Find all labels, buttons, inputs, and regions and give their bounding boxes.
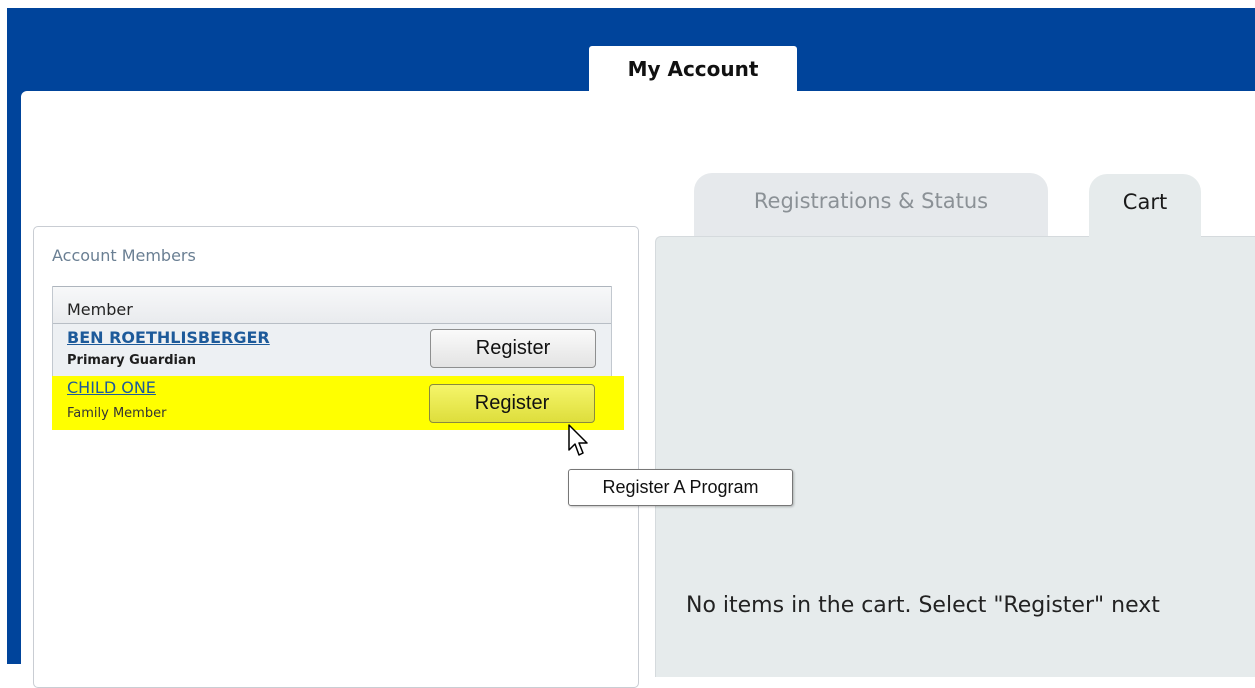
member-name-link[interactable]: CHILD ONE [67, 378, 156, 397]
register-tooltip: Register A Program [568, 469, 793, 506]
member-role: Family Member [67, 406, 167, 421]
tab-cart[interactable]: Cart [1089, 174, 1201, 238]
table-row: CHILD ONE Family Member Register [52, 376, 624, 430]
member-column-header: Member [53, 286, 611, 324]
member-role: Primary Guardian [67, 353, 197, 368]
register-button[interactable]: Register [430, 329, 596, 368]
cart-empty-message: No items in the cart. Select "Register" … [686, 593, 1160, 618]
register-button[interactable]: Register [429, 384, 595, 423]
cart-panel: No items in the cart. Select "Register" … [655, 236, 1255, 677]
account-members-title: Account Members [52, 246, 196, 265]
tab-my-account[interactable]: My Account [589, 46, 797, 96]
account-members-panel: Account Members Member BEN ROETHLISBERGE… [33, 226, 639, 688]
left-edge [0, 0, 7, 664]
table-row: BEN ROETHLISBERGER Primary Guardian Regi… [53, 324, 611, 376]
tab-registrations-status[interactable]: Registrations & Status [694, 173, 1048, 237]
mouse-pointer-icon [568, 424, 588, 456]
member-name-link[interactable]: BEN ROETHLISBERGER [67, 328, 270, 347]
members-grid: Member BEN ROETHLISBERGER Primary Guardi… [52, 286, 624, 430]
top-edge [0, 0, 1255, 8]
